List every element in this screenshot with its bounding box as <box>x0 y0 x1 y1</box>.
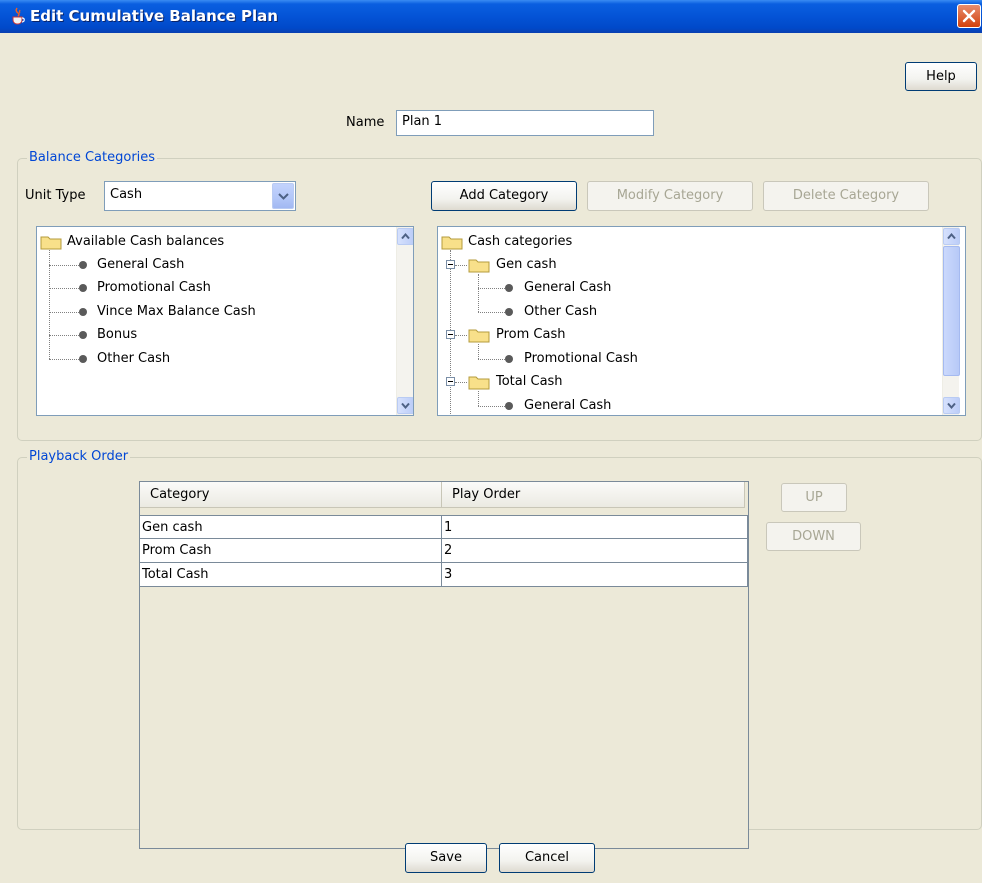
collapse-toggle[interactable] <box>446 330 455 339</box>
delete-category-button[interactable]: Delete Category <box>763 181 929 211</box>
tree-branch <box>478 312 505 313</box>
close-button[interactable] <box>957 4 981 28</box>
add-category-button[interactable]: Add Category <box>431 181 577 211</box>
tree-guide-line <box>478 344 479 359</box>
tree-branch <box>49 288 79 289</box>
leaf-bullet-icon <box>79 331 87 339</box>
move-up-button[interactable]: UP <box>781 483 847 512</box>
scroll-up-button[interactable] <box>943 228 960 245</box>
dropdown-arrow-button[interactable] <box>272 183 294 209</box>
chevron-up-icon <box>401 233 410 240</box>
leaf-bullet-icon <box>79 355 87 363</box>
tree-folder-label[interactable]: Prom Cash <box>496 324 565 346</box>
tree-item[interactable]: General Cash <box>524 395 611 415</box>
tree-item[interactable]: General Cash <box>97 254 184 276</box>
leaf-bullet-icon <box>505 355 513 363</box>
title-bar: Edit Cumulative Balance Plan <box>0 0 982 33</box>
java-cup-icon <box>12 7 25 25</box>
table-cell-play-order[interactable]: 3 <box>442 563 748 587</box>
folder-icon <box>468 329 490 343</box>
scroll-down-button[interactable] <box>943 397 960 414</box>
folder-icon <box>468 259 490 273</box>
cancel-button[interactable]: Cancel <box>499 843 595 873</box>
tree-item[interactable]: Bonus <box>97 324 137 346</box>
table-cell-category[interactable]: Total Cash <box>140 563 442 587</box>
modify-category-button[interactable]: Modify Category <box>587 181 753 211</box>
leaf-bullet-icon <box>505 284 513 292</box>
tree-item[interactable]: Vince Max Balance Cash <box>97 301 256 323</box>
tree-root-label[interactable]: Available Cash balances <box>67 231 224 253</box>
playback-order-table[interactable]: Category Play Order Gen cash 1 Prom Cash… <box>139 481 749 849</box>
help-button[interactable]: Help <box>905 62 977 91</box>
tree-item[interactable]: Other Cash <box>97 348 170 370</box>
column-header-category[interactable]: Category <box>140 482 442 508</box>
leaf-bullet-icon <box>505 308 513 316</box>
tree-branch <box>455 382 467 383</box>
window-title: Edit Cumulative Balance Plan <box>30 7 278 25</box>
scroll-up-button[interactable] <box>397 228 413 245</box>
tree-branch <box>49 312 79 313</box>
table-cell-play-order[interactable]: 2 <box>442 539 748 563</box>
tree-branch <box>49 359 79 360</box>
leaf-bullet-icon <box>79 261 87 269</box>
chevron-down-icon <box>401 402 410 409</box>
close-icon <box>962 9 976 23</box>
tree-branch <box>478 288 505 289</box>
cash-categories-tree[interactable]: Cash categories Gen cash General Cash Ot… <box>437 226 966 416</box>
tree-branch <box>478 406 505 407</box>
available-balances-tree[interactable]: Available Cash balances General Cash Pro… <box>36 226 414 416</box>
balance-categories-title: Balance Categories <box>27 150 158 165</box>
column-header-play-order[interactable]: Play Order <box>442 482 745 508</box>
chevron-down-icon <box>947 402 956 409</box>
folder-icon <box>40 236 62 250</box>
tree-root-label[interactable]: Cash categories <box>468 231 572 253</box>
tree-folder-label[interactable]: Total Cash <box>496 371 563 393</box>
tree-guide-line <box>49 250 50 359</box>
unit-type-select[interactable]: Cash <box>104 181 296 211</box>
table-cell-category[interactable]: Prom Cash <box>140 539 442 563</box>
tree-item[interactable]: Other Cash <box>524 301 597 323</box>
chevron-down-icon <box>278 193 289 200</box>
tree-folder-label[interactable]: Gen cash <box>496 254 557 276</box>
tree-item[interactable]: General Cash <box>524 277 611 299</box>
tree-branch <box>49 265 79 266</box>
tree-guide-line <box>478 274 479 312</box>
unit-type-label: Unit Type <box>25 188 86 203</box>
collapse-toggle[interactable] <box>446 260 455 269</box>
folder-icon <box>468 376 490 390</box>
table-cell-play-order[interactable]: 1 <box>442 515 748 539</box>
leaf-bullet-icon <box>505 402 513 410</box>
playback-order-title: Playback Order <box>27 449 131 464</box>
tree-guide-line <box>478 391 479 406</box>
tree-branch <box>455 335 467 336</box>
tree-branch <box>455 265 467 266</box>
available-tree-scrollbar[interactable] <box>396 227 413 415</box>
scroll-thumb[interactable] <box>943 246 960 376</box>
name-input[interactable]: Plan 1 <box>396 110 654 136</box>
table-cell-category[interactable]: Gen cash <box>140 515 442 539</box>
category-tree-scrollbar[interactable] <box>942 227 960 415</box>
leaf-bullet-icon <box>79 284 87 292</box>
leaf-bullet-icon <box>79 308 87 316</box>
tree-branch <box>478 359 505 360</box>
move-down-button[interactable]: DOWN <box>766 522 861 551</box>
chevron-up-icon <box>947 233 956 240</box>
tree-branch <box>49 335 79 336</box>
tree-item[interactable]: Promotional Cash <box>97 277 211 299</box>
dialog-body: Help Name Plan 1 Balance Categories Unit… <box>0 33 982 883</box>
name-label: Name <box>346 115 385 130</box>
save-button[interactable]: Save <box>405 843 487 873</box>
unit-type-value: Cash <box>110 187 143 202</box>
scroll-down-button[interactable] <box>397 397 413 414</box>
collapse-toggle[interactable] <box>446 377 455 386</box>
folder-icon <box>441 236 463 250</box>
tree-item[interactable]: Promotional Cash <box>524 348 638 370</box>
